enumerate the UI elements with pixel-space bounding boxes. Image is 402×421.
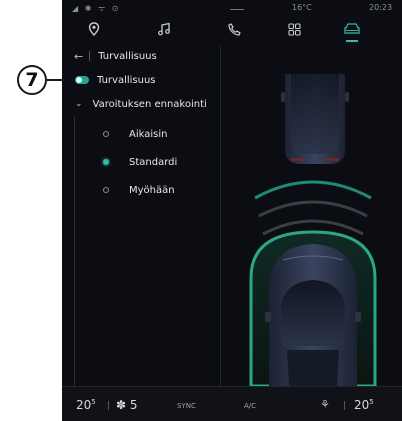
header-separator	[89, 51, 91, 61]
right-temp-fraction: 5	[369, 398, 374, 406]
active-tab-indicator	[346, 40, 358, 42]
climate-bar: 205 ✽ 5 SYNC A/C ⚘ 205	[62, 386, 402, 421]
back-arrow-icon[interactable]: ←	[74, 50, 83, 63]
distance-arc-2	[258, 200, 368, 218]
car-icon[interactable]	[342, 19, 362, 39]
settings-panel: ← Turvallisuus Turvallisuus ⌄ Varoitukse…	[62, 46, 220, 386]
status-divider	[230, 9, 244, 10]
option-standard-label: Standardi	[129, 156, 178, 168]
climate-divider	[108, 401, 109, 410]
climate-divider-right	[344, 401, 345, 410]
radio-early[interactable]	[103, 131, 109, 137]
fan-icon: ✽	[116, 398, 127, 412]
top-navigation	[62, 16, 402, 42]
option-early[interactable]: Aikaisin	[75, 124, 221, 144]
page: 7 ◢ ✱ ᯤ ⊙ 16°C 20:23 ← Turvallisuus Turv…	[0, 0, 402, 421]
left-temp-fraction: 5	[91, 398, 96, 406]
multimedia-screen: ◢ ✱ ᯤ ⊙ 16°C 20:23 ← Turvallisuus Turval…	[62, 0, 402, 421]
signal-icons: ◢ ✱ ᯤ ⊙	[72, 4, 121, 13]
seat-heat-icon[interactable]: ⚘	[320, 398, 330, 411]
music-icon[interactable]	[154, 19, 174, 39]
radio-standard[interactable]	[103, 159, 109, 165]
warning-anticipation-label: Varoituksen ennakointi	[92, 98, 207, 110]
safety-toggle-label: Turvallisuus	[97, 74, 156, 86]
safety-toggle-row[interactable]: Turvallisuus	[62, 70, 220, 90]
back-header[interactable]: ← Turvallisuus	[62, 46, 220, 66]
option-standard[interactable]: Standardi	[75, 152, 221, 172]
callout-number: 7	[17, 65, 47, 95]
phone-icon[interactable]	[224, 19, 244, 39]
fan-speed-value: 5	[129, 398, 138, 412]
chevron-down-icon[interactable]: ⌄	[75, 99, 83, 109]
left-temp-value: 20	[76, 398, 92, 412]
ac-button[interactable]: A/C	[244, 402, 256, 410]
apps-grid-icon[interactable]	[284, 19, 304, 39]
anticipation-options: Aikaisin Standardi Myöhään	[74, 116, 220, 386]
option-early-label: Aikaisin	[129, 128, 168, 140]
warning-anticipation-row[interactable]: ⌄ Varoituksen ennakointi	[62, 94, 220, 114]
vehicle-visualization	[220, 46, 402, 388]
status-bar: ◢ ✱ ᯤ ⊙ 16°C 20:23	[62, 0, 402, 16]
distance-arc-1	[254, 180, 372, 200]
left-temperature[interactable]: 205	[76, 398, 96, 412]
own-car-icon	[265, 244, 361, 386]
clock: 20:23	[369, 3, 393, 12]
fan-control[interactable]: ✽ 5	[116, 398, 138, 412]
page-title: Turvallisuus	[98, 50, 157, 62]
car-ahead-icon	[281, 74, 349, 164]
radio-late[interactable]	[103, 187, 109, 193]
option-late-label: Myöhään	[129, 184, 175, 196]
sync-button[interactable]: SYNC	[177, 402, 196, 410]
right-temperature[interactable]: 205	[354, 398, 374, 412]
option-late[interactable]: Myöhään	[75, 180, 221, 200]
location-pin-icon[interactable]	[84, 19, 104, 39]
outside-temperature: 16°C	[292, 3, 312, 12]
safety-toggle-switch[interactable]	[75, 76, 89, 84]
right-temp-value: 20	[354, 398, 370, 412]
